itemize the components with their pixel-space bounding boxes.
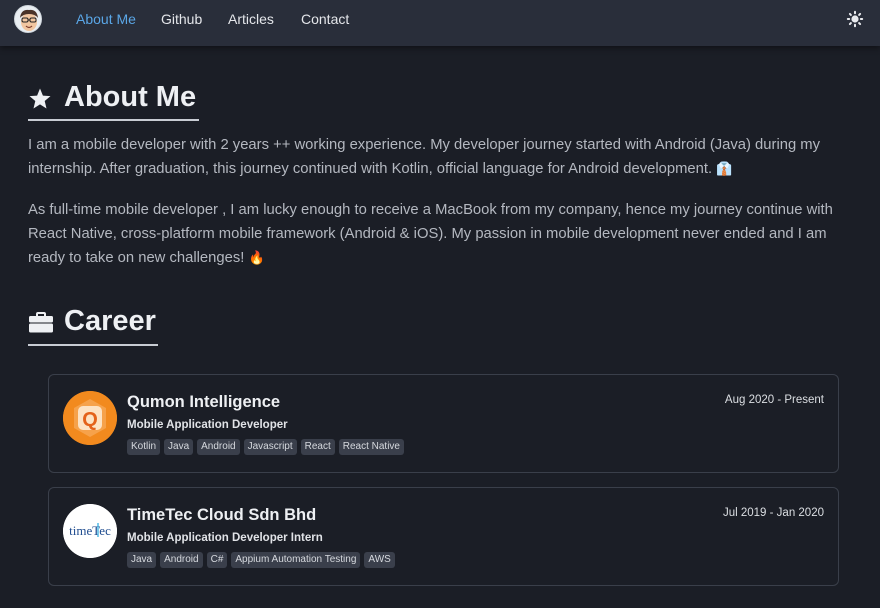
tag: Javascript bbox=[243, 439, 297, 455]
sun-icon[interactable] bbox=[846, 10, 864, 28]
career-title: Career bbox=[64, 305, 156, 337]
fire-emoji: 🔥 bbox=[248, 251, 265, 266]
job-dates: Jul 2019 - Jan 2020 bbox=[722, 507, 824, 519]
tag: React bbox=[300, 439, 335, 455]
tag: Kotlin bbox=[127, 439, 161, 455]
nav-about-me[interactable]: About Me bbox=[76, 11, 136, 27]
tag: Appium Automation Testing bbox=[231, 552, 361, 568]
about-me-underline bbox=[28, 119, 199, 121]
star-icon bbox=[28, 86, 52, 110]
company-name: Qumon Intelligence bbox=[127, 393, 281, 411]
career-card: Q Qumon Intelligence Mobile Application … bbox=[48, 374, 839, 473]
necktie-shirt-emoji: 👔 bbox=[716, 162, 733, 177]
timetec-logo-text: timeTec bbox=[69, 523, 111, 538]
nav-github[interactable]: Github bbox=[161, 11, 202, 27]
job-role: Mobile Application Developer Intern bbox=[127, 532, 323, 544]
job-role: Mobile Application Developer bbox=[127, 419, 288, 431]
tag: C# bbox=[206, 552, 228, 568]
qumon-logo-letter: Q bbox=[82, 409, 98, 431]
about-paragraph-1: I am a mobile developer with 2 years ++ … bbox=[28, 133, 864, 182]
about-me-title: About Me bbox=[64, 81, 197, 113]
about-paragraph-2-text: As full-time mobile developer , I am luc… bbox=[28, 202, 833, 266]
tag: Android bbox=[197, 439, 240, 455]
career-underline bbox=[28, 344, 158, 346]
about-paragraph-1-text: I am a mobile developer with 2 years ++ … bbox=[28, 137, 821, 177]
career-heading: Career bbox=[28, 305, 156, 338]
job-dates: Aug 2020 - Present bbox=[724, 394, 824, 406]
timetec-logo-icon: timeTec bbox=[63, 504, 117, 558]
about-me-heading: About Me bbox=[28, 81, 196, 114]
nav-articles[interactable]: Articles bbox=[228, 11, 274, 27]
tag-list: Kotlin Java Android Javascript React Rea… bbox=[127, 439, 404, 455]
company-name: TimeTec Cloud Sdn Bhd bbox=[127, 506, 317, 524]
tag: Android bbox=[160, 552, 203, 568]
about-paragraph-2: As full-time mobile developer , I am luc… bbox=[28, 198, 864, 271]
navbar: About Me Github Articles Contact bbox=[0, 0, 880, 46]
briefcase-icon bbox=[28, 310, 53, 334]
tag: AWS bbox=[364, 552, 395, 568]
tag-list: Java Android C# Appium Automation Testin… bbox=[127, 552, 395, 568]
career-card: timeTec TimeTec Cloud Sdn Bhd Mobile App… bbox=[48, 487, 839, 586]
qumon-logo-icon: Q bbox=[63, 391, 117, 445]
nav-contact[interactable]: Contact bbox=[301, 11, 349, 27]
memoji-avatar-icon[interactable] bbox=[14, 5, 42, 33]
tag: Java bbox=[127, 552, 157, 568]
tag: Java bbox=[164, 439, 194, 455]
tag: React Native bbox=[338, 439, 404, 455]
